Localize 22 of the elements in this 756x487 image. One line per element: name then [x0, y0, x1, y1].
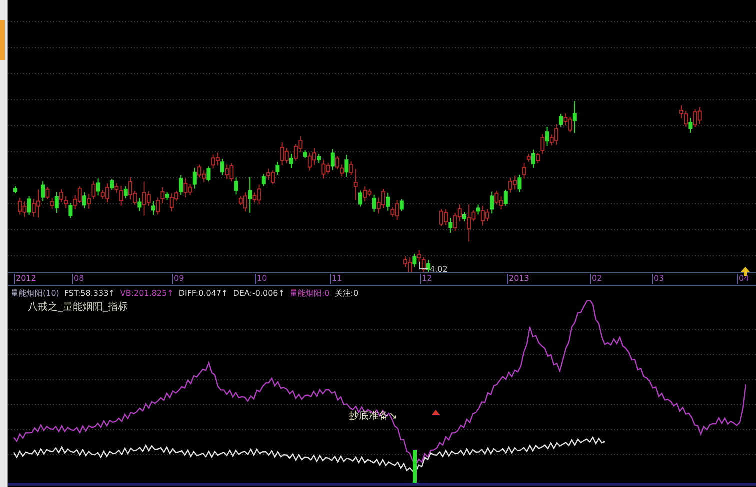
triangle-marker-icon	[432, 410, 440, 415]
signal-bar	[413, 450, 417, 483]
time-axis-label: 10	[255, 274, 268, 284]
indicator-reading: DIFF:0.047↑	[178, 288, 228, 298]
time-axis-label: 08	[72, 274, 84, 284]
indicator-reading: FST:58.333↑	[64, 288, 116, 298]
low-price-label: 4.02	[420, 262, 448, 272]
indicator-reading: 量能烟阳:0	[290, 288, 330, 298]
time-axis-label: 11	[330, 274, 342, 284]
time-axis-label: 2013	[507, 274, 530, 284]
time-axis-label: 2012	[14, 274, 36, 284]
indicator-reading: 关注:0	[334, 288, 359, 298]
indicator-reading: DEA:-0.006↑	[233, 288, 285, 298]
time-axis-label: 03	[652, 274, 664, 284]
indicator-name: 量能烟阳(10)	[11, 288, 60, 298]
time-axis-label: 02	[590, 274, 602, 284]
time-axis-label: 09	[172, 274, 184, 284]
indicator-reading: VB:201.825↑	[120, 288, 174, 298]
up-arrow-icon	[741, 267, 750, 276]
tab-marker	[0, 20, 5, 60]
indicator-title: 八戒之_量能烟阳_指标	[28, 300, 128, 314]
time-axis-label: 12	[420, 274, 432, 284]
